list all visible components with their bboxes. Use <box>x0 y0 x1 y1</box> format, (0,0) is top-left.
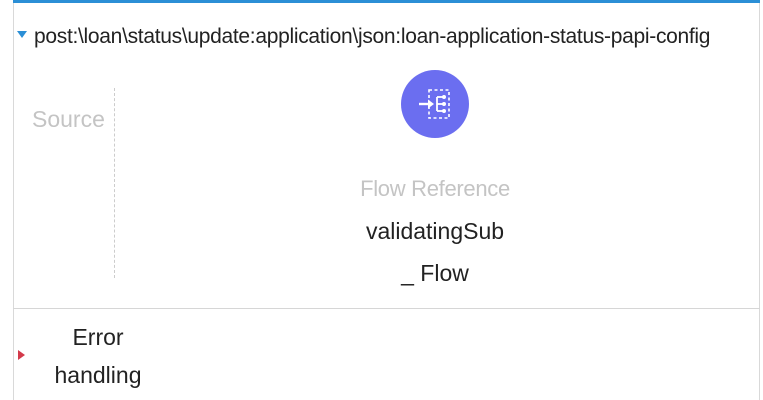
flow-name: post:\loan\status\update:application\jso… <box>34 25 711 48</box>
flow-canvas: post:\loan\status\update:application\jso… <box>0 0 763 400</box>
collapse-caret-icon[interactable] <box>17 30 27 38</box>
component-type-label: Flow Reference <box>360 176 510 201</box>
flow-reference-component[interactable]: Flow Reference validatingSub_ Flow <box>340 70 530 294</box>
error-handling-label: Error handling <box>54 324 142 388</box>
error-handling-section[interactable]: Error handling <box>18 318 143 394</box>
flow-selected-accent <box>13 0 760 3</box>
flow-header[interactable]: post:\loan\status\update:application\jso… <box>17 22 710 52</box>
flow-reference-icon[interactable] <box>401 70 469 138</box>
flow-reference-glyph <box>419 89 450 119</box>
source-label: Source <box>32 106 105 132</box>
section-divider <box>13 308 760 309</box>
source-divider <box>114 88 115 278</box>
expand-caret-icon[interactable] <box>18 350 25 360</box>
component-name-label: validatingSub_ Flow <box>365 218 505 286</box>
